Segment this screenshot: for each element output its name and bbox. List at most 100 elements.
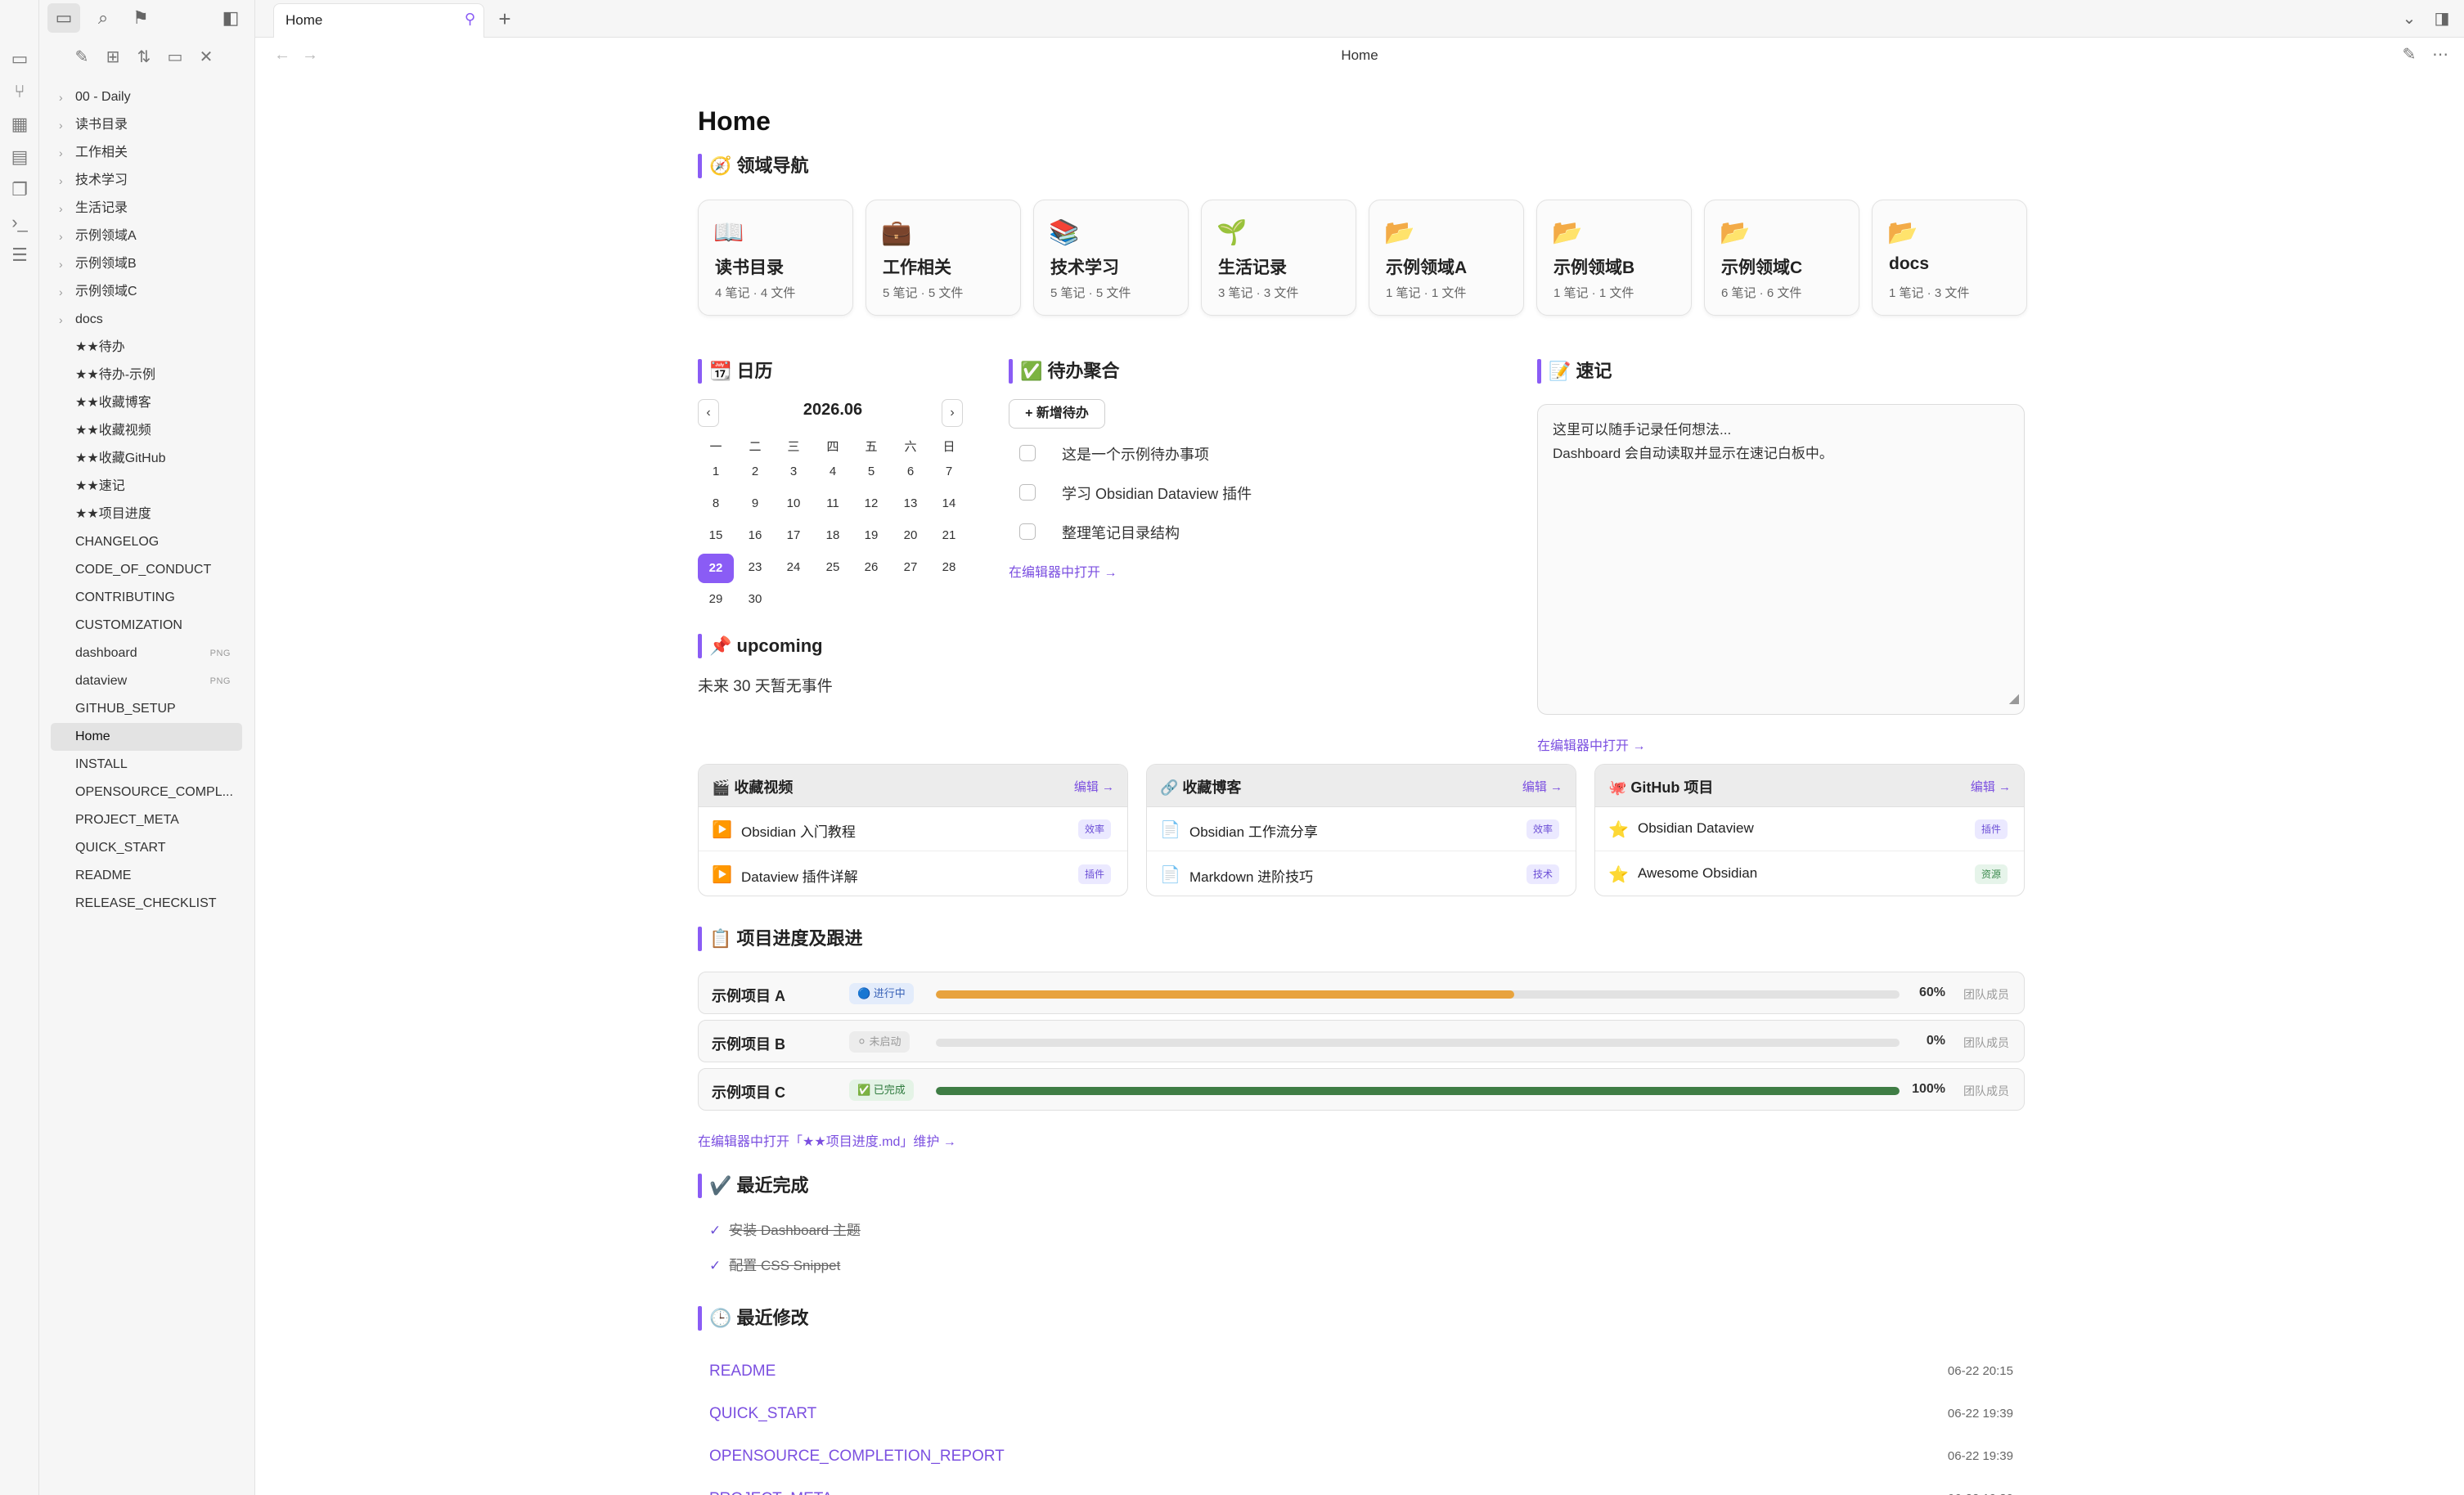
recent-item[interactable]: QUICK_START 06-22 19:39 xyxy=(698,1394,2025,1436)
tree-item[interactable]: › 示例领域C xyxy=(51,278,242,306)
calendar-day[interactable]: 16 xyxy=(737,528,773,542)
collection-item[interactable]: 📄 Markdown 进阶技巧 技术 xyxy=(1147,852,1576,896)
domain-card[interactable]: 📂 示例领域B 1 笔记 · 1 文件 xyxy=(1536,200,1692,316)
resize-grip-icon[interactable]: ◢ xyxy=(2009,687,2019,711)
tree-item[interactable]: › 示例领域B xyxy=(51,250,242,278)
calendar-icon[interactable]: ▤ xyxy=(8,146,31,168)
chevron-down-icon[interactable]: ⌄ xyxy=(2395,5,2423,33)
tree-item[interactable]: INSTALL xyxy=(51,751,242,779)
sort-icon[interactable]: ⇅ xyxy=(133,46,155,69)
tree-item[interactable]: README xyxy=(51,862,242,890)
calendar-day[interactable]: 1 xyxy=(698,465,734,478)
tree-item[interactable]: › 生活记录 xyxy=(51,195,242,222)
file-icon[interactable]: ▭ xyxy=(8,47,31,70)
add-todo-button[interactable]: + 新增待办 xyxy=(1009,399,1105,429)
tree-item[interactable]: ★★收藏GitHub xyxy=(51,445,242,473)
tree-item[interactable]: dataview PNG xyxy=(51,667,242,695)
calendar-day[interactable]: 12 xyxy=(853,496,889,510)
domain-card[interactable]: 🌱 生活记录 3 笔记 · 3 文件 xyxy=(1201,200,1356,316)
project-row[interactable]: 示例项目 A 🔵 进行中 60% 团队成员 xyxy=(698,972,2025,1014)
tree-item[interactable]: GITHUB_SETUP xyxy=(51,695,242,723)
panel-edit-link[interactable]: 编辑 → xyxy=(1522,778,1562,795)
project-row[interactable]: 示例项目 C ✅ 已完成 100% 团队成员 xyxy=(698,1068,2025,1111)
more-options-icon[interactable]: ⋯ xyxy=(2428,43,2453,67)
tree-item[interactable]: › 示例领域A xyxy=(51,222,242,250)
calendar-day[interactable]: 8 xyxy=(698,496,734,510)
tree-item[interactable]: RELEASE_CHECKLIST xyxy=(51,890,242,918)
copy-icon[interactable]: ❐ xyxy=(8,178,31,201)
new-folder-icon[interactable]: ⊞ xyxy=(101,46,124,69)
tree-item[interactable]: PROJECT_META xyxy=(51,806,242,834)
domain-card[interactable]: 📖 读书目录 4 笔记 · 4 文件 xyxy=(698,200,853,316)
recent-item[interactable]: README 06-22 20:15 xyxy=(698,1351,2025,1394)
collection-item[interactable]: ▶️ Obsidian 入门教程 效率 xyxy=(699,807,1127,851)
tree-item[interactable]: Home xyxy=(51,723,242,751)
collection-item[interactable]: ▶️ Dataview 插件详解 插件 xyxy=(699,852,1127,896)
recent-item-name[interactable]: OPENSOURCE_COMPLETION_REPORT xyxy=(709,1448,1005,1466)
right-sidebar-toggle-icon[interactable]: ◨ xyxy=(2428,5,2456,33)
tree-item[interactable]: QUICK_START xyxy=(51,834,242,862)
domain-card[interactable]: 💼 工作相关 5 笔记 · 5 文件 xyxy=(866,200,1021,316)
graph-icon[interactable]: ⑂ xyxy=(8,80,31,103)
calendar-day[interactable]: 3 xyxy=(776,465,812,478)
calendar-day[interactable]: 6 xyxy=(893,465,928,478)
tree-item[interactable]: OPENSOURCE_COMPL... xyxy=(51,779,242,806)
forward-arrow-icon[interactable]: → xyxy=(298,43,322,67)
calendar-day[interactable]: 4 xyxy=(815,465,851,478)
new-tab-button[interactable]: + xyxy=(491,5,519,33)
edit-pencil-icon[interactable]: ✎ xyxy=(2397,43,2421,67)
calendar-day[interactable]: 13 xyxy=(893,496,928,510)
tree-item[interactable]: › docs xyxy=(51,306,242,334)
calendar-day[interactable]: 27 xyxy=(893,560,928,574)
panel-edit-link[interactable]: 编辑 → xyxy=(1074,778,1114,795)
calendar-day[interactable]: 17 xyxy=(776,528,812,542)
tree-item[interactable]: ★★待办-示例 xyxy=(51,361,242,389)
calendar-day[interactable]: 20 xyxy=(893,528,928,542)
calendar-day[interactable]: 30 xyxy=(737,592,773,606)
calendar-day[interactable]: 2 xyxy=(737,465,773,478)
tree-item[interactable]: CUSTOMIZATION xyxy=(51,612,242,640)
calendar-day[interactable]: 26 xyxy=(853,560,889,574)
tree-item[interactable]: ★★待办 xyxy=(51,334,242,361)
calendar-day[interactable]: 14 xyxy=(931,496,967,510)
tree-item[interactable]: ★★速记 xyxy=(51,473,242,501)
tree-item[interactable]: › 工作相关 xyxy=(51,139,242,167)
tree-item[interactable]: dashboard PNG xyxy=(51,640,242,667)
collection-item[interactable]: 📄 Obsidian 工作流分享 效率 xyxy=(1147,807,1576,851)
tree-item[interactable]: › 技术学习 xyxy=(51,167,242,195)
collapse-all-icon[interactable]: ✕ xyxy=(195,46,218,69)
calendar-day[interactable]: 28 xyxy=(931,560,967,574)
calendar-next-button[interactable]: › xyxy=(942,399,963,427)
calendar-day[interactable]: 18 xyxy=(815,528,851,542)
calendar-day[interactable]: 7 xyxy=(931,465,967,478)
tab-home[interactable]: Home ⚲ xyxy=(273,3,484,38)
tree-item[interactable]: › 读书目录 xyxy=(51,111,242,139)
calendar-day[interactable]: 15 xyxy=(698,528,734,542)
new-note-icon[interactable]: ✎ xyxy=(70,46,93,69)
calendar-day[interactable]: 10 xyxy=(776,496,812,510)
tree-item[interactable]: CONTRIBUTING xyxy=(51,584,242,612)
projects-open-link[interactable]: 在编辑器中打开「★★项目进度.md」维护 → xyxy=(698,1130,956,1150)
canvas-icon[interactable]: ▦ xyxy=(8,113,31,136)
tree-item[interactable]: ★★项目进度 xyxy=(51,501,242,528)
tree-item[interactable]: CHANGELOG xyxy=(51,528,242,556)
calendar-day[interactable]: 23 xyxy=(737,560,773,574)
sidebar-toggle-icon[interactable]: ◧ xyxy=(214,3,247,33)
back-arrow-icon[interactable]: ← xyxy=(270,43,295,67)
list-icon[interactable]: ☰ xyxy=(8,244,31,267)
calendar-day[interactable]: 25 xyxy=(815,560,851,574)
calendar-day[interactable]: 5 xyxy=(853,465,889,478)
recent-item[interactable]: OPENSOURCE_COMPLETION_REPORT 06-22 19:39 xyxy=(698,1436,2025,1479)
recent-item-name[interactable]: README xyxy=(709,1363,776,1381)
tree-item[interactable]: › 00 - Daily xyxy=(51,83,242,111)
recent-item-name[interactable]: PROJECT_META xyxy=(709,1490,833,1495)
domain-card[interactable]: 📂 docs 1 笔记 · 3 文件 xyxy=(1872,200,2027,316)
todo-checkbox[interactable] xyxy=(1019,445,1036,461)
calendar-day[interactable]: 24 xyxy=(776,560,812,574)
calendar-day[interactable]: 21 xyxy=(931,528,967,542)
recent-item[interactable]: PROJECT_META 06-22 19:39 xyxy=(698,1479,2025,1495)
calendar-day-today[interactable]: 22 xyxy=(698,554,734,583)
memo-open-link[interactable]: 在编辑器中打开 → xyxy=(1537,734,1645,754)
recent-item-name[interactable]: QUICK_START xyxy=(709,1405,816,1423)
terminal-icon[interactable]: ›_ xyxy=(8,211,31,234)
